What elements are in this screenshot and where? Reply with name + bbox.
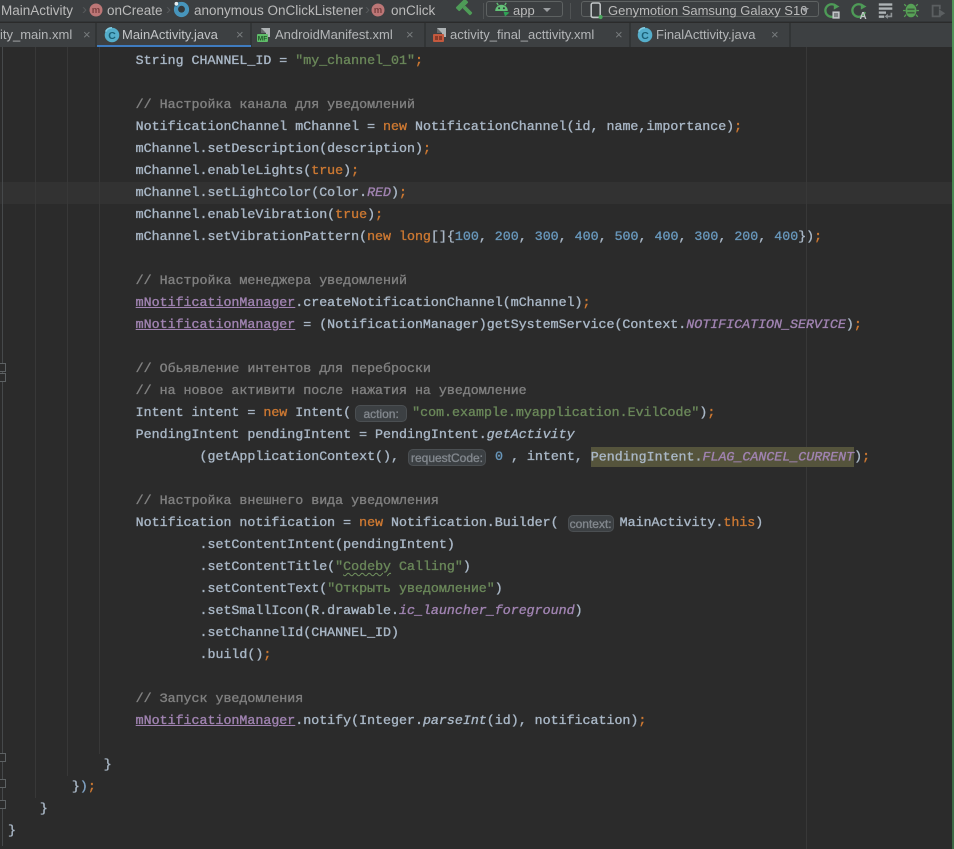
svg-text:C: C — [641, 30, 649, 42]
svg-text:m: m — [374, 5, 382, 16]
svg-text:MF: MF — [258, 36, 267, 43]
svg-text:m: m — [92, 5, 100, 16]
svg-text:C: C — [108, 30, 116, 42]
svg-text:A: A — [859, 11, 866, 20]
